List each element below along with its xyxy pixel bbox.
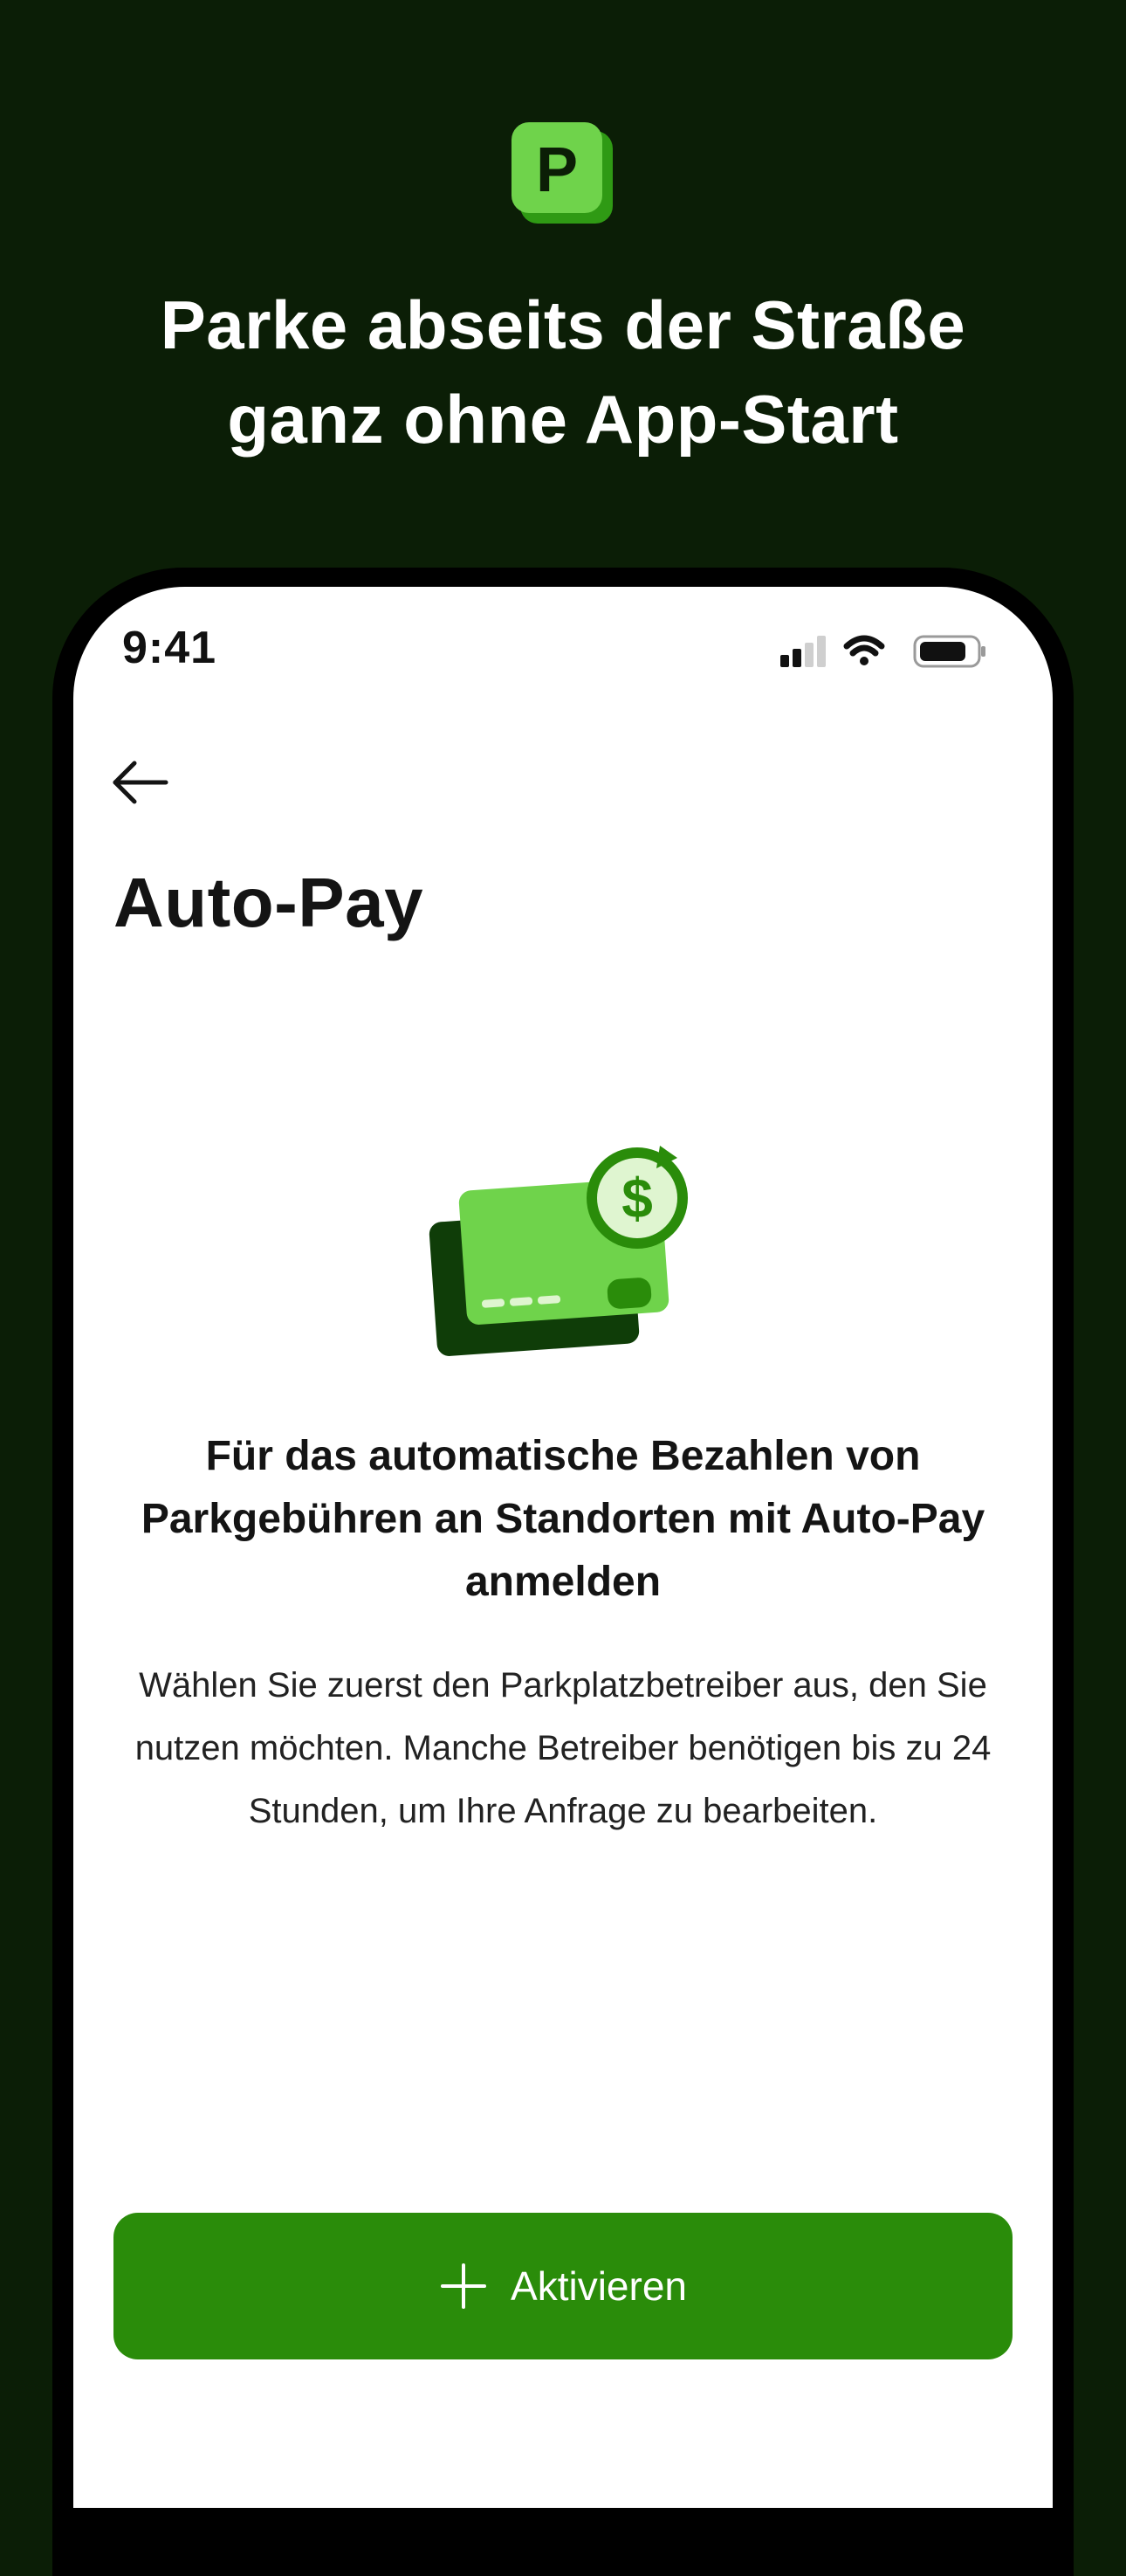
logo-letter: P bbox=[536, 135, 578, 205]
svg-text:$: $ bbox=[621, 1167, 653, 1229]
promo-headline-line1: Parke abseits der Straße bbox=[160, 286, 966, 363]
back-button[interactable] bbox=[110, 758, 171, 807]
activate-button-label: Aktivieren bbox=[511, 2263, 687, 2309]
autopay-heading: Für das automatische Bezahlen von Parkge… bbox=[141, 1433, 985, 1605]
status-icons bbox=[780, 635, 985, 668]
card-autopay-dollar-icon: $ bbox=[429, 1146, 688, 1356]
status-time: 9:41 bbox=[122, 623, 217, 673]
arrow-left-icon bbox=[113, 761, 168, 804]
promo-headline: Parke abseits der Straße ganz ohne App-S… bbox=[0, 278, 1126, 466]
activate-button[interactable]: Aktivieren bbox=[113, 2213, 1013, 2359]
battery-icon bbox=[913, 635, 985, 668]
autopay-description: Wählen Sie zuerst den Parkplatzbetreiber… bbox=[134, 1666, 992, 1830]
plus-icon bbox=[441, 2263, 487, 2309]
parking-logo-icon: P bbox=[512, 122, 613, 224]
wifi-icon bbox=[843, 635, 885, 665]
page-title: Auto-Pay bbox=[113, 864, 424, 941]
cellular-signal-icon bbox=[780, 636, 826, 667]
promo-headline-line2: ganz ohne App-Start bbox=[227, 381, 899, 458]
